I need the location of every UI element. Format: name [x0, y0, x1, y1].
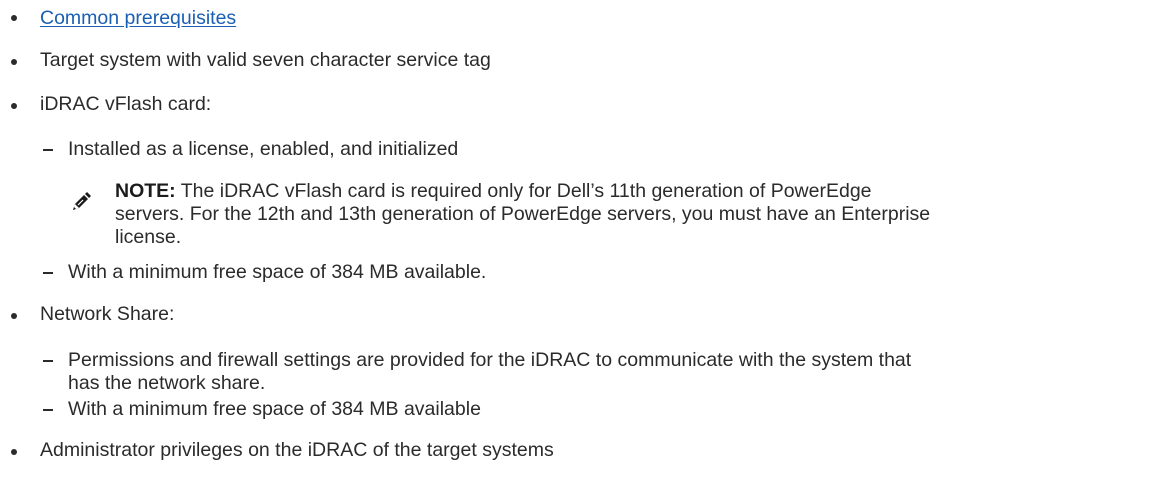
dash-marker [43, 272, 53, 274]
list-item: Administrator privileges on the iDRAC of… [40, 439, 554, 461]
list-item: Network Share: [40, 303, 175, 325]
dash-marker [43, 409, 53, 411]
document-page: Common prerequisites Target system with … [0, 0, 1163, 477]
common-prerequisites-link[interactable]: Common prerequisites [40, 7, 236, 29]
pencil-note-icon [69, 190, 93, 214]
sub-list-item-continuation: has the network share. [68, 372, 266, 394]
list-item: Common prerequisites [40, 6, 236, 30]
note-text: The iDRAC vFlash card is required only f… [175, 180, 872, 202]
bullet-marker [11, 103, 17, 109]
bullet-marker [11, 59, 17, 65]
list-item: Target system with valid seven character… [40, 49, 491, 71]
note-text-line: NOTE: The iDRAC vFlash card is required … [115, 179, 872, 203]
note-text-line: servers. For the 12th and 13th generatio… [115, 203, 931, 225]
bullet-marker [11, 313, 17, 319]
note-label: NOTE: [115, 180, 176, 202]
dash-marker [43, 149, 53, 151]
sub-list-item: With a minimum free space of 384 MB avai… [68, 398, 481, 420]
sub-list-item: With a minimum free space of 384 MB avai… [68, 261, 487, 283]
bullet-marker [11, 449, 17, 455]
sub-list-item: Permissions and firewall settings are pr… [68, 349, 912, 371]
list-item: iDRAC vFlash card: [40, 93, 212, 115]
bullet-marker [11, 15, 17, 21]
dash-marker [43, 360, 53, 362]
note-text-line: license. [115, 226, 182, 248]
sub-list-item: Installed as a license, enabled, and ini… [68, 138, 459, 160]
